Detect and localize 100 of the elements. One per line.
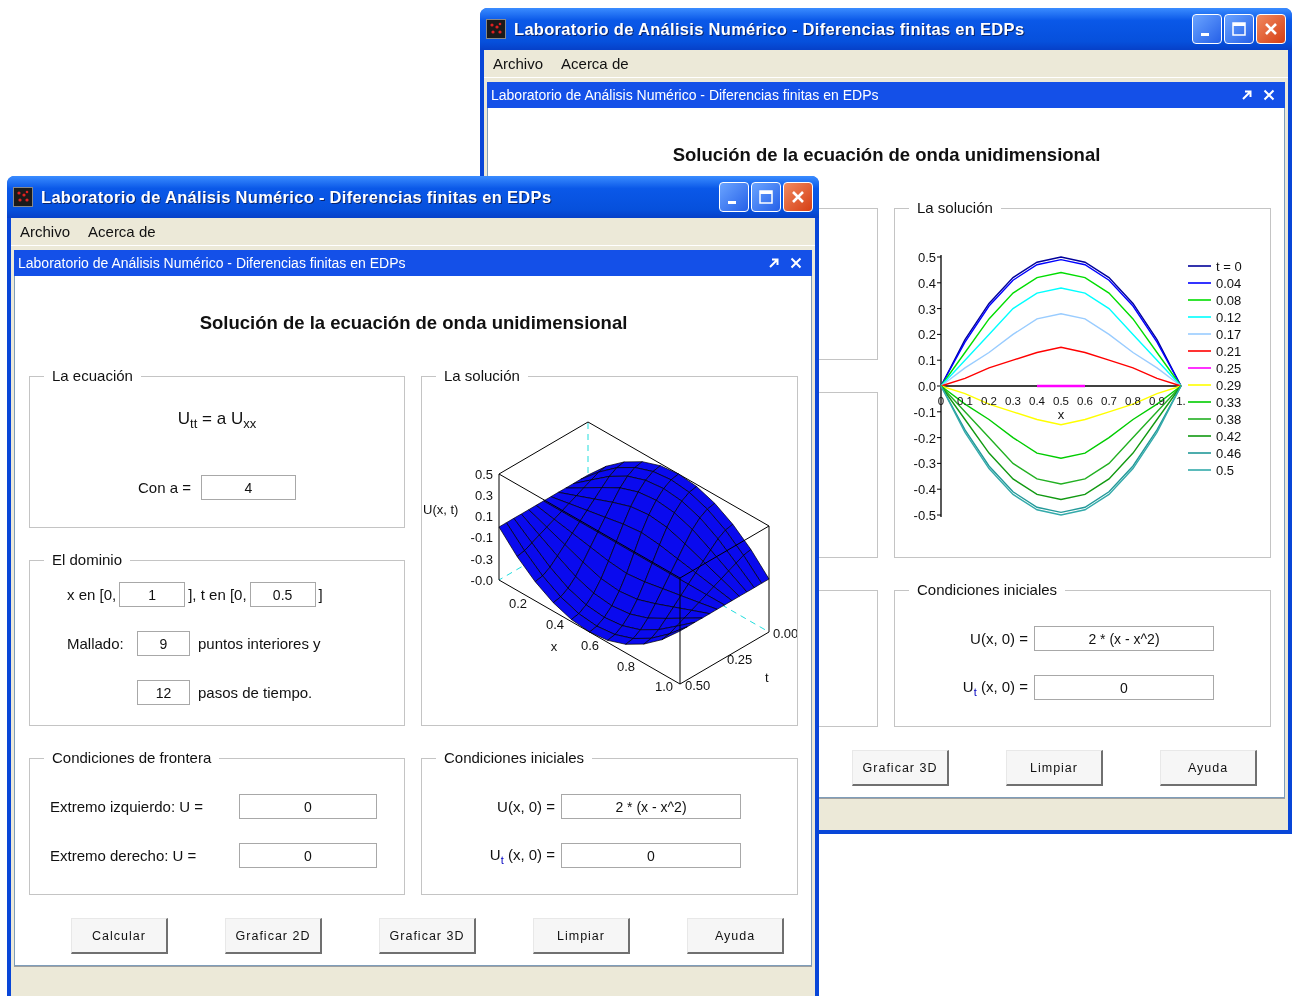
field-label: Extremo derecho: U = (50, 847, 198, 864)
menu-item[interactable]: Acerca de (88, 223, 156, 240)
input-field[interactable]: 0 (239, 843, 377, 868)
arrow-icon[interactable] (768, 257, 780, 269)
field-label: Extremo izquierdo: U = (50, 798, 204, 815)
input-field[interactable]: 2 * (x - x^2) (1034, 626, 1214, 651)
frame-title: Laboratorio de Análisis Numérico - Diferencias finitas en EDPs (491, 87, 880, 103)
minimize-icon (727, 200, 736, 204)
input-field[interactable]: 9 (137, 631, 190, 656)
input-field[interactable]: 4 (201, 475, 296, 500)
tick-label: 0.3 (474, 488, 493, 503)
action-button[interactable]: Calcular (71, 918, 168, 954)
axis-label: x (550, 639, 558, 654)
heading: Solución de la ecuación de onda unidimensional (671, 144, 1102, 166)
field-label: U$_{t}$ (x, 0) = (488, 845, 555, 866)
legend-label: 0.04 (1216, 276, 1242, 291)
input-field[interactable]: 0 (561, 843, 741, 868)
tick-label: 0.50 (685, 678, 711, 693)
axis-label: t (765, 670, 769, 685)
legend-label: 0.46 (1216, 446, 1242, 461)
tick-label: 0.2 (508, 596, 528, 611)
action-button[interactable]: Graficar 3D (852, 750, 949, 786)
tick-label: 0.1 (474, 509, 493, 524)
minimize-icon (1200, 32, 1209, 36)
tick-label: 0.5 (1053, 395, 1069, 407)
tick-label: 0.3 (917, 301, 936, 317)
menu-item[interactable]: Acerca de (561, 55, 629, 72)
close-icon[interactable] (1263, 89, 1275, 101)
maximize-button[interactable] (1224, 14, 1254, 44)
app-icon (13, 187, 33, 207)
legend-label: t = 0 (1216, 259, 1242, 274)
arrow-icon[interactable] (1241, 89, 1253, 101)
tick-label: -0.1 (470, 530, 493, 545)
close-icon[interactable] (790, 257, 802, 269)
action-button[interactable]: Limpiar (533, 918, 630, 954)
close-button[interactable] (783, 182, 813, 212)
tick-label: -0.1 (913, 404, 936, 420)
window-title: Laboratorio de Análisis Numérico - Diferencias finitas en EDPs (514, 19, 1026, 39)
tick-label: 0.25 (727, 652, 753, 667)
input-field[interactable]: 0 (1034, 675, 1214, 700)
tick-label: -0.3 (470, 552, 493, 567)
legend-label: 0.42 (1216, 429, 1242, 444)
tick-label: 0.1 (917, 353, 936, 369)
tick-label: 1. (1176, 395, 1186, 407)
tick-label: 0.4 (917, 275, 936, 291)
minimize-button[interactable] (719, 182, 749, 212)
menu-item[interactable]: Archivo (493, 55, 544, 72)
legend-label: 0.21 (1216, 344, 1242, 359)
field-label: puntos interiores y (198, 635, 322, 652)
field-label: U$_{t}$ (x, 0) = (961, 677, 1028, 698)
tick-label: 0.0 (917, 379, 936, 394)
maximize-icon (756, 187, 776, 207)
tick-label: 0.4 (1029, 395, 1045, 407)
tick-label: -0.5 (913, 508, 936, 523)
legend-label: 0.17 (1216, 327, 1242, 342)
field-label: ], t en [0, (188, 586, 247, 603)
tick-label: 0.3 (1005, 395, 1021, 407)
maximize-button[interactable] (751, 182, 781, 212)
tick-label: 0.2 (917, 327, 936, 343)
action-button[interactable]: Ayuda (1160, 750, 1257, 786)
minimize-button[interactable] (1192, 14, 1222, 44)
tick-label: -0.3 (913, 456, 936, 472)
legend-label: 0.33 (1216, 395, 1242, 410)
menu-item[interactable]: Archivo (20, 223, 71, 240)
tick-label: 0.00 (773, 626, 797, 641)
legend-label: 0.08 (1216, 293, 1242, 308)
field-label: x en [0, (67, 586, 117, 603)
tick-label: -0.2 (913, 430, 936, 446)
tick-label: 0.7 (1101, 395, 1117, 407)
field-label: U(x, 0) = (496, 798, 555, 815)
field-label: Con a = (138, 479, 191, 496)
heading: Solución de la ecuación de onda unidimensional (198, 312, 629, 334)
legend-label: 0.29 (1216, 378, 1242, 393)
input-field[interactable]: 0 (239, 794, 377, 819)
tick-label: 0.8 (616, 659, 636, 674)
legend-label: 0.25 (1216, 361, 1242, 376)
legend-label: 0.12 (1216, 310, 1242, 325)
tick-label: 0.5 (917, 250, 936, 265)
axis-label: x (1057, 407, 1065, 422)
action-button[interactable]: Graficar 2D (225, 918, 322, 954)
input-field[interactable]: 12 (137, 680, 190, 705)
maximize-icon (1229, 19, 1249, 39)
tick-label: 0.6 (1077, 395, 1093, 407)
tick-label: 0.4 (545, 617, 565, 632)
action-button[interactable]: Ayuda (687, 918, 784, 954)
legend-label: 0.5 (1216, 463, 1235, 478)
tick-label: 0.5 (474, 467, 493, 482)
app-icon (486, 19, 506, 39)
action-button[interactable]: Graficar 3D (379, 918, 476, 954)
close-button[interactable] (1256, 14, 1286, 44)
window-title: Laboratorio de Análisis Numérico - Diferencias finitas en EDPs (41, 187, 553, 207)
field-label: ] (318, 586, 323, 603)
field-label: pasos de tiempo. (198, 684, 314, 701)
equation: U$_{tt}$ = a U$_{xx}$ (176, 409, 258, 434)
input-field[interactable]: 2 * (x - x^2) (561, 794, 741, 819)
input-field[interactable]: 0.5 (249, 582, 316, 607)
input-field[interactable]: 1 (119, 582, 186, 607)
action-button[interactable]: Limpiar (1006, 750, 1103, 786)
field-label: Mallado: (67, 635, 125, 652)
tick-label: 0.6 (580, 638, 600, 653)
